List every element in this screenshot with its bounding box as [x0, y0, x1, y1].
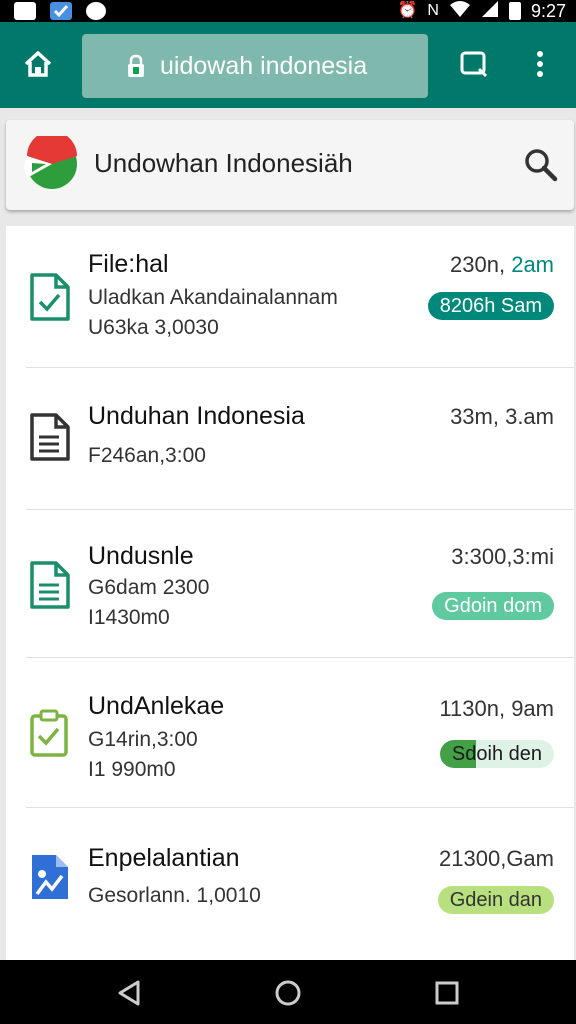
- url-bar[interactable]: uidowah indonesia: [82, 34, 428, 98]
- status-badge: Gdein dan: [437, 886, 554, 914]
- browser-toolbar: uidowah indonesia: [0, 22, 576, 108]
- list-item[interactable]: Enpelalantian Gesorlann. 1,0010 21300,Ga…: [6, 808, 574, 964]
- nfc-icon: N: [427, 2, 439, 19]
- status-bar: ⏰ N 9:27: [0, 0, 576, 22]
- image-file-icon: [28, 852, 72, 902]
- item-title: Undusnle: [88, 542, 194, 570]
- item-time: 1130n, 9am: [439, 696, 554, 721]
- lock-icon: [126, 54, 146, 78]
- item-time: 33m, 3.am: [450, 404, 554, 429]
- system-nav-bar: [0, 960, 576, 1024]
- chat-icon: [86, 2, 106, 20]
- list-item[interactable]: UndAnlekae G14rin,3:00 I1 990m0 1130n, 9…: [6, 658, 574, 808]
- item-detail: I1 990m0: [88, 758, 176, 781]
- clock: 9:27: [530, 0, 566, 21]
- search-card[interactable]: Undowhan Indonesiäh: [6, 120, 574, 210]
- item-detail: U63ka 3,0030: [88, 316, 219, 339]
- item-detail: I1430m0: [88, 606, 170, 629]
- search-icon[interactable]: [522, 146, 560, 184]
- overflow-menu-icon[interactable]: [524, 46, 556, 82]
- checkbox-app-icon: [50, 2, 72, 20]
- item-title: Unduhan Indonesia: [88, 402, 305, 430]
- alarm-icon: ⏰: [397, 2, 418, 19]
- item-subtitle: G14rin,3:00: [88, 728, 198, 751]
- status-badge: Gdoin dom: [432, 592, 554, 620]
- url-text: uidowah indonesia: [160, 51, 368, 80]
- item-subtitle: F246an,3:00: [88, 444, 206, 467]
- list-item[interactable]: Undusnle G6dam 2300 I1430m0 3:300,3:mi G…: [6, 510, 574, 658]
- spreadsheet-icon: [28, 560, 72, 610]
- back-icon[interactable]: [114, 978, 144, 1008]
- item-title: Enpelalantian: [88, 844, 240, 872]
- battery-icon: [508, 2, 521, 20]
- item-time: 3:300,3:mi: [451, 544, 554, 569]
- status-badge: Sdoih den: [439, 740, 554, 768]
- home-button-icon[interactable]: [273, 978, 303, 1008]
- recents-icon[interactable]: [432, 978, 462, 1008]
- item-subtitle: Uladkan Akandainalannam: [88, 286, 338, 309]
- item-subtitle: Gesorlann. 1,0010: [88, 884, 261, 907]
- document-icon: [28, 412, 72, 462]
- list-item[interactable]: File:hal Uladkan Akandainalannam U63ka 3…: [6, 226, 574, 368]
- status-badge: 8206h Sam: [427, 292, 554, 320]
- item-title: File:hal: [88, 250, 169, 278]
- list-item[interactable]: Unduhan Indonesia F246an,3:00 33m, 3.am: [6, 368, 574, 510]
- wifi-icon: [449, 0, 471, 23]
- spreadsheet-check-icon: [28, 272, 72, 322]
- notification-icon: [14, 2, 36, 20]
- home-icon[interactable]: [18, 44, 58, 84]
- item-title: UndAnlekae: [88, 692, 225, 720]
- tab-switcher-icon[interactable]: [456, 46, 492, 82]
- site-logo-icon: [24, 131, 80, 192]
- item-time: 21300,Gam: [439, 846, 554, 871]
- item-subtitle: G6dam 2300: [88, 576, 210, 599]
- download-list: File:hal Uladkan Akandainalannam U63ka 3…: [6, 226, 574, 964]
- clipboard-check-icon: [28, 708, 72, 758]
- item-time: 230n, 2am: [450, 252, 554, 277]
- site-title: Undowhan Indonesiäh: [94, 148, 353, 178]
- signal-icon: [481, 0, 499, 23]
